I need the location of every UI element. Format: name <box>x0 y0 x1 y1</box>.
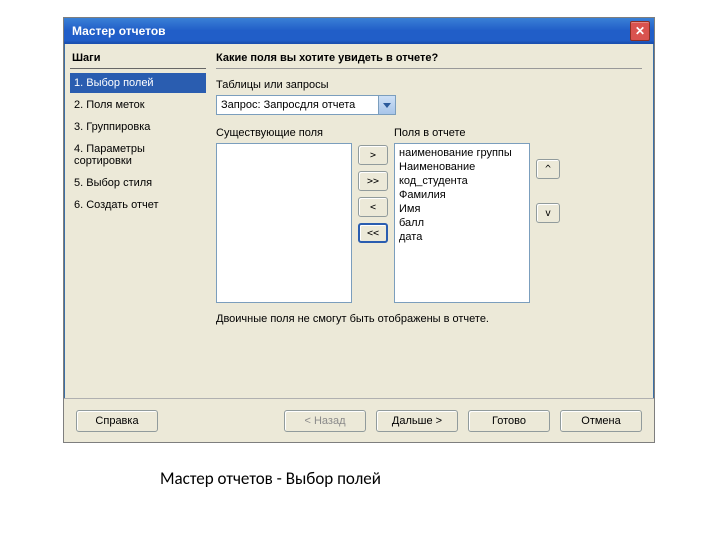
tables-label: Таблицы или запросы <box>216 79 642 91</box>
step-3[interactable]: 3. Группировка <box>70 117 206 137</box>
close-button[interactable]: ✕ <box>630 21 650 41</box>
step-5[interactable]: 5. Выбор стиля <box>70 173 206 193</box>
titlebar: Мастер отчетов ✕ <box>64 18 654 44</box>
available-label: Существующие поля <box>216 127 352 139</box>
steps-header: Шаги <box>70 50 206 69</box>
list-item[interactable]: Имя <box>399 202 525 216</box>
step-2[interactable]: 2. Поля меток <box>70 95 206 115</box>
list-item[interactable]: дата <box>399 230 525 244</box>
footer: Справка < Назад Дальше > Готово Отмена <box>64 398 654 442</box>
selected-fields-list[interactable]: наименование группы Наименование код_сту… <box>394 143 530 303</box>
step-4[interactable]: 4. Параметры сортировки <box>70 139 206 171</box>
remove-button[interactable]: < <box>358 197 388 217</box>
binary-fields-note: Двоичные поля не смогут быть отображены … <box>216 313 642 325</box>
step-label: 3. Группировка <box>74 121 150 133</box>
back-button[interactable]: < Назад <box>284 410 366 432</box>
list-item[interactable]: код_студента <box>399 174 525 188</box>
finish-button[interactable]: Готово <box>468 410 550 432</box>
step-label: 1. Выбор полей <box>74 77 154 89</box>
step-label: 5. Выбор стиля <box>74 177 152 189</box>
figure-caption: Мастер отчетов - Выбор полей <box>160 468 381 489</box>
add-button[interactable]: > <box>358 145 388 165</box>
main-panel: Какие поля вы хотите увидеть в отчете? Т… <box>212 44 654 398</box>
step-1[interactable]: 1. Выбор полей <box>70 73 206 93</box>
close-icon: ✕ <box>635 24 645 38</box>
help-button[interactable]: Справка <box>76 410 158 432</box>
combo-value: Запрос: Запросдля отчета <box>221 99 355 111</box>
move-down-button[interactable]: v <box>536 203 560 223</box>
list-item[interactable]: балл <box>399 216 525 230</box>
next-button[interactable]: Дальше > <box>376 410 458 432</box>
tables-combo[interactable]: Запрос: Запросдля отчета <box>216 95 396 115</box>
move-up-button[interactable]: ^ <box>536 159 560 179</box>
step-6[interactable]: 6. Создать отчет <box>70 195 206 215</box>
selected-label: Поля в отчете <box>394 127 530 139</box>
report-wizard-dialog: Мастер отчетов ✕ Шаги 1. Выбор полей 2. … <box>63 17 655 443</box>
list-item[interactable]: Наименование <box>399 160 525 174</box>
move-buttons: > >> < << <box>358 121 388 243</box>
chevron-down-icon <box>383 103 391 108</box>
step-label: 2. Поля меток <box>74 99 145 111</box>
step-label: 6. Создать отчет <box>74 199 159 211</box>
order-buttons: ^ v <box>536 121 560 223</box>
window-title: Мастер отчетов <box>72 24 166 38</box>
cancel-button[interactable]: Отмена <box>560 410 642 432</box>
available-fields-list[interactable] <box>216 143 352 303</box>
steps-sidebar: Шаги 1. Выбор полей 2. Поля меток 3. Гру… <box>64 44 212 398</box>
combo-dropdown-button[interactable] <box>378 96 395 114</box>
remove-all-button[interactable]: << <box>358 223 388 243</box>
page-heading: Какие поля вы хотите увидеть в отчете? <box>216 50 642 69</box>
list-item[interactable]: наименование группы <box>399 146 525 160</box>
add-all-button[interactable]: >> <box>358 171 388 191</box>
list-item[interactable]: Фамилия <box>399 188 525 202</box>
step-label: 4. Параметры сортировки <box>74 143 145 167</box>
